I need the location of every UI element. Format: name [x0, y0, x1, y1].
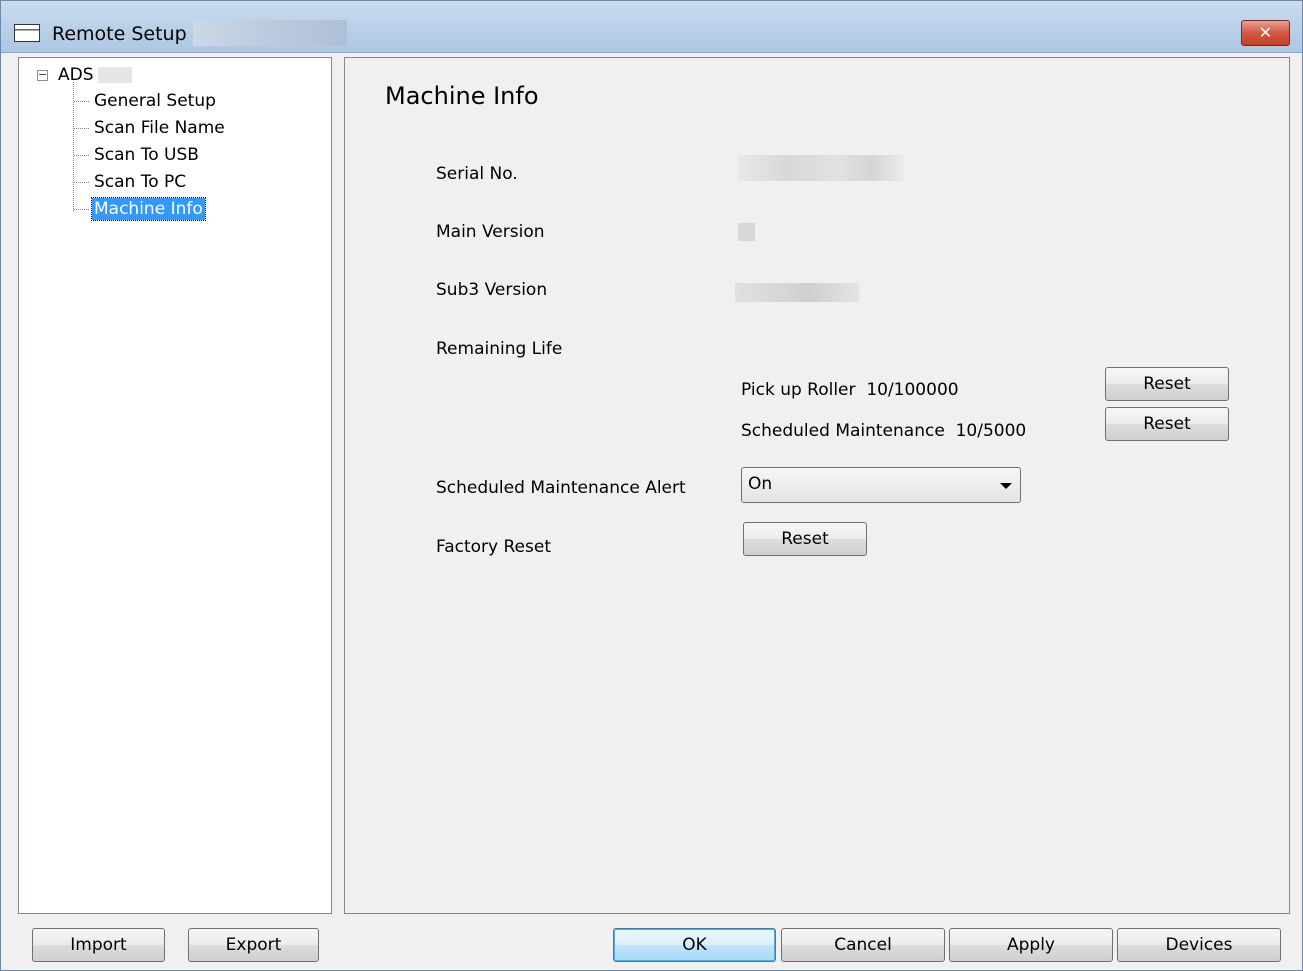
main-version-label: Main Version: [436, 222, 545, 242]
import-button[interactable]: Import: [32, 928, 165, 962]
tree-item-machine-info[interactable]: Machine Info: [74, 197, 206, 221]
pickup-roller-count: Pick up Roller 10/100000: [741, 380, 959, 400]
page-title: Machine Info: [385, 82, 539, 110]
sub3-version-label: Sub3 Version: [436, 280, 548, 300]
cancel-button[interactable]: Cancel: [781, 928, 945, 962]
select-value: On: [748, 474, 773, 494]
serial-number-label: Serial No.: [436, 164, 518, 184]
tree-item-label: Machine Info: [91, 197, 206, 221]
device-name-redacted: [193, 20, 347, 46]
ok-button[interactable]: OK: [613, 928, 776, 962]
export-button[interactable]: Export: [188, 928, 319, 962]
apply-button[interactable]: Apply: [949, 928, 1113, 962]
close-button[interactable]: ✕: [1241, 20, 1290, 46]
settings-tree: − ADS General Setup Scan File Name Scan …: [18, 57, 332, 914]
tree-item-general-setup[interactable]: General Setup: [74, 89, 218, 113]
tree-item-scan-to-usb[interactable]: Scan To USB: [74, 143, 201, 167]
collapse-icon[interactable]: −: [37, 69, 48, 81]
maintenance-alert-label: Scheduled Maintenance Alert: [436, 478, 686, 498]
factory-reset-label: Factory Reset: [436, 537, 551, 557]
serial-number-value-redacted: [738, 155, 905, 181]
main-version-value-redacted: [738, 223, 755, 241]
tree-root-label: ADS: [58, 65, 94, 85]
tree-item-label: Scan To PC: [94, 172, 187, 192]
maintenance-alert-select[interactable]: On: [741, 467, 1021, 503]
chevron-down-icon: [1000, 483, 1012, 489]
model-number-redacted: [97, 67, 132, 83]
tree-root-ads[interactable]: − ADS: [37, 65, 132, 85]
tree-item-scan-to-pc[interactable]: Scan To PC: [74, 170, 188, 194]
tree-item-label: Scan File Name: [94, 118, 225, 138]
sub3-version-value-redacted: [735, 283, 859, 302]
tree-item-label: General Setup: [94, 91, 216, 111]
reset-scheduled-maintenance-button[interactable]: Reset: [1105, 407, 1229, 441]
window-title: Remote Setup -: [52, 23, 200, 45]
reset-pickup-roller-button[interactable]: Reset: [1105, 367, 1229, 401]
remote-setup-window: Remote Setup - ✕ − ADS General Setup Sca…: [0, 0, 1303, 971]
factory-reset-button[interactable]: Reset: [743, 522, 867, 556]
title-bar[interactable]: Remote Setup - ✕: [1, 1, 1302, 53]
machine-info-panel: Machine Info Serial No. Main Version Sub…: [344, 57, 1290, 914]
tree-item-label: Scan To USB: [94, 145, 199, 165]
remaining-life-label: Remaining Life: [436, 339, 563, 359]
scheduled-maintenance-count: Scheduled Maintenance 10/5000: [741, 421, 1027, 441]
tree-item-scan-file-name[interactable]: Scan File Name: [74, 116, 227, 140]
printer-icon: [14, 24, 40, 42]
devices-button[interactable]: Devices: [1117, 928, 1281, 962]
